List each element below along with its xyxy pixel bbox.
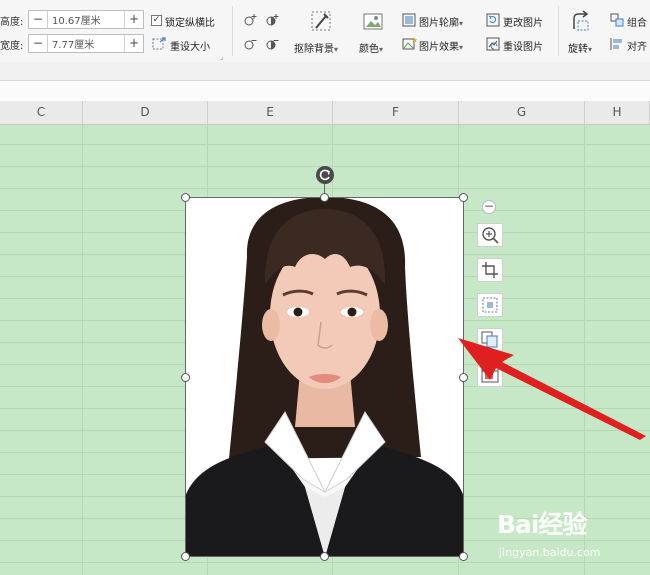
remove-background-dropdown-icon: ▾: [334, 45, 339, 54]
picture-effects-button[interactable]: 图片效果▾: [419, 38, 463, 53]
column-header-d[interactable]: D: [83, 101, 208, 124]
height-spinner[interactable]: − 10.67厘米 +: [28, 10, 144, 29]
color-button[interactable]: 颜色▾: [359, 40, 383, 55]
width-increase-button[interactable]: +: [124, 35, 143, 52]
gridline: [82, 124, 83, 575]
width-input[interactable]: 7.77厘米: [48, 36, 124, 51]
picture-outline-dropdown-icon: ▾: [459, 19, 464, 28]
lock-ratio-label: 锁定纵横比: [165, 18, 215, 29]
rotate-handle[interactable]: [316, 166, 334, 184]
resize-handle-top-right[interactable]: [459, 193, 468, 202]
picture-tools-ribbon: 高度: 宽度: − 10.67厘米 + − 7.77厘米 + ✓ 锁定纵横比 重…: [0, 0, 650, 63]
width-label: 宽度:: [0, 41, 24, 52]
color-dropdown-icon: ▾: [379, 45, 384, 54]
reset-size-icon[interactable]: [151, 36, 167, 52]
color-label: 颜色: [359, 44, 379, 55]
brightness-increase-icon[interactable]: [242, 12, 258, 28]
baidu-jingyan-watermark: Bai经验 jingyan.baidu.com: [497, 505, 647, 571]
rotate-dropdown-icon: ▾: [588, 45, 593, 54]
remove-background-button[interactable]: 抠除背景▾: [294, 40, 338, 55]
change-picture-button[interactable]: 更改图片: [503, 14, 543, 29]
lock-ratio-checkbox[interactable]: ✓: [151, 15, 162, 26]
rotate-label: 旋转: [568, 44, 588, 55]
group-button[interactable]: 组合: [627, 14, 647, 29]
separator: [558, 6, 559, 56]
resize-handle-bottom-right[interactable]: [459, 552, 468, 561]
resize-handle-left[interactable]: [181, 373, 190, 382]
contrast-decrease-icon[interactable]: [264, 36, 280, 52]
width-decrease-button[interactable]: −: [29, 35, 48, 52]
resize-handle-bottom-left[interactable]: [181, 552, 190, 561]
image-convert-button[interactable]: [477, 293, 503, 317]
group-icon[interactable]: [609, 12, 625, 28]
picture-effects-dropdown-icon: ▾: [459, 43, 464, 52]
align-icon[interactable]: [609, 36, 625, 52]
height-increase-button[interactable]: +: [124, 11, 143, 28]
separator: [232, 6, 233, 56]
column-header-h[interactable]: H: [585, 101, 650, 124]
height-input[interactable]: 10.67厘米: [48, 12, 124, 27]
selection-frame: [185, 197, 464, 557]
column-headers: C D E F G H: [0, 101, 650, 125]
rotate-icon[interactable]: [569, 10, 593, 34]
picture-outline-icon[interactable]: [401, 12, 417, 28]
resize-handle-bottom[interactable]: [320, 552, 329, 561]
watermark-url: jingyan.baidu.com: [499, 546, 601, 559]
gridline: [0, 144, 650, 145]
size-dialog-launcher-icon[interactable]: ⌟: [220, 52, 224, 61]
reset-size-button[interactable]: 重设大小: [170, 38, 210, 53]
picture-outline-button[interactable]: 图片轮廓▾: [419, 14, 463, 29]
crop-icon: [482, 262, 498, 278]
red-arrow-annotation: [458, 338, 646, 440]
ribbon-bottom-strip: [0, 62, 650, 81]
brightness-decrease-icon[interactable]: [242, 36, 258, 52]
gridline: [0, 188, 650, 189]
height-label: 高度:: [0, 17, 24, 28]
picture-effects-icon[interactable]: [401, 36, 417, 52]
column-header-f[interactable]: F: [333, 101, 459, 124]
watermark-brand: Bai经验: [497, 510, 587, 539]
formula-bar[interactable]: [0, 81, 650, 102]
resize-handle-top-left[interactable]: [181, 193, 190, 202]
remove-background-label: 抠除背景: [294, 44, 334, 55]
picture-effects-label: 图片效果: [419, 42, 459, 53]
contrast-increase-icon[interactable]: [264, 12, 280, 28]
column-header-c[interactable]: C: [0, 101, 83, 124]
image-convert-icon: [482, 297, 498, 313]
remove-background-icon[interactable]: [309, 9, 333, 33]
rotate-handle-icon: [319, 169, 330, 181]
column-header-e[interactable]: E: [208, 101, 333, 124]
change-picture-icon[interactable]: [485, 12, 501, 28]
align-button[interactable]: 对齐: [627, 38, 647, 53]
height-decrease-button[interactable]: −: [29, 11, 48, 28]
rotate-button[interactable]: 旋转▾: [568, 40, 592, 55]
reset-picture-icon[interactable]: [485, 36, 501, 52]
reset-picture-button[interactable]: 重设图片: [503, 38, 543, 53]
resize-handle-top[interactable]: [320, 193, 329, 202]
color-icon[interactable]: [362, 11, 384, 33]
collapse-toolbar-button[interactable]: −: [482, 200, 496, 214]
zoom-in-icon: [482, 227, 499, 244]
picture-outline-label: 图片轮廓: [419, 18, 459, 29]
column-header-g[interactable]: G: [459, 101, 585, 124]
zoom-in-button[interactable]: [477, 223, 503, 247]
width-spinner[interactable]: − 7.77厘米 +: [28, 34, 144, 53]
crop-button[interactable]: [477, 258, 503, 282]
